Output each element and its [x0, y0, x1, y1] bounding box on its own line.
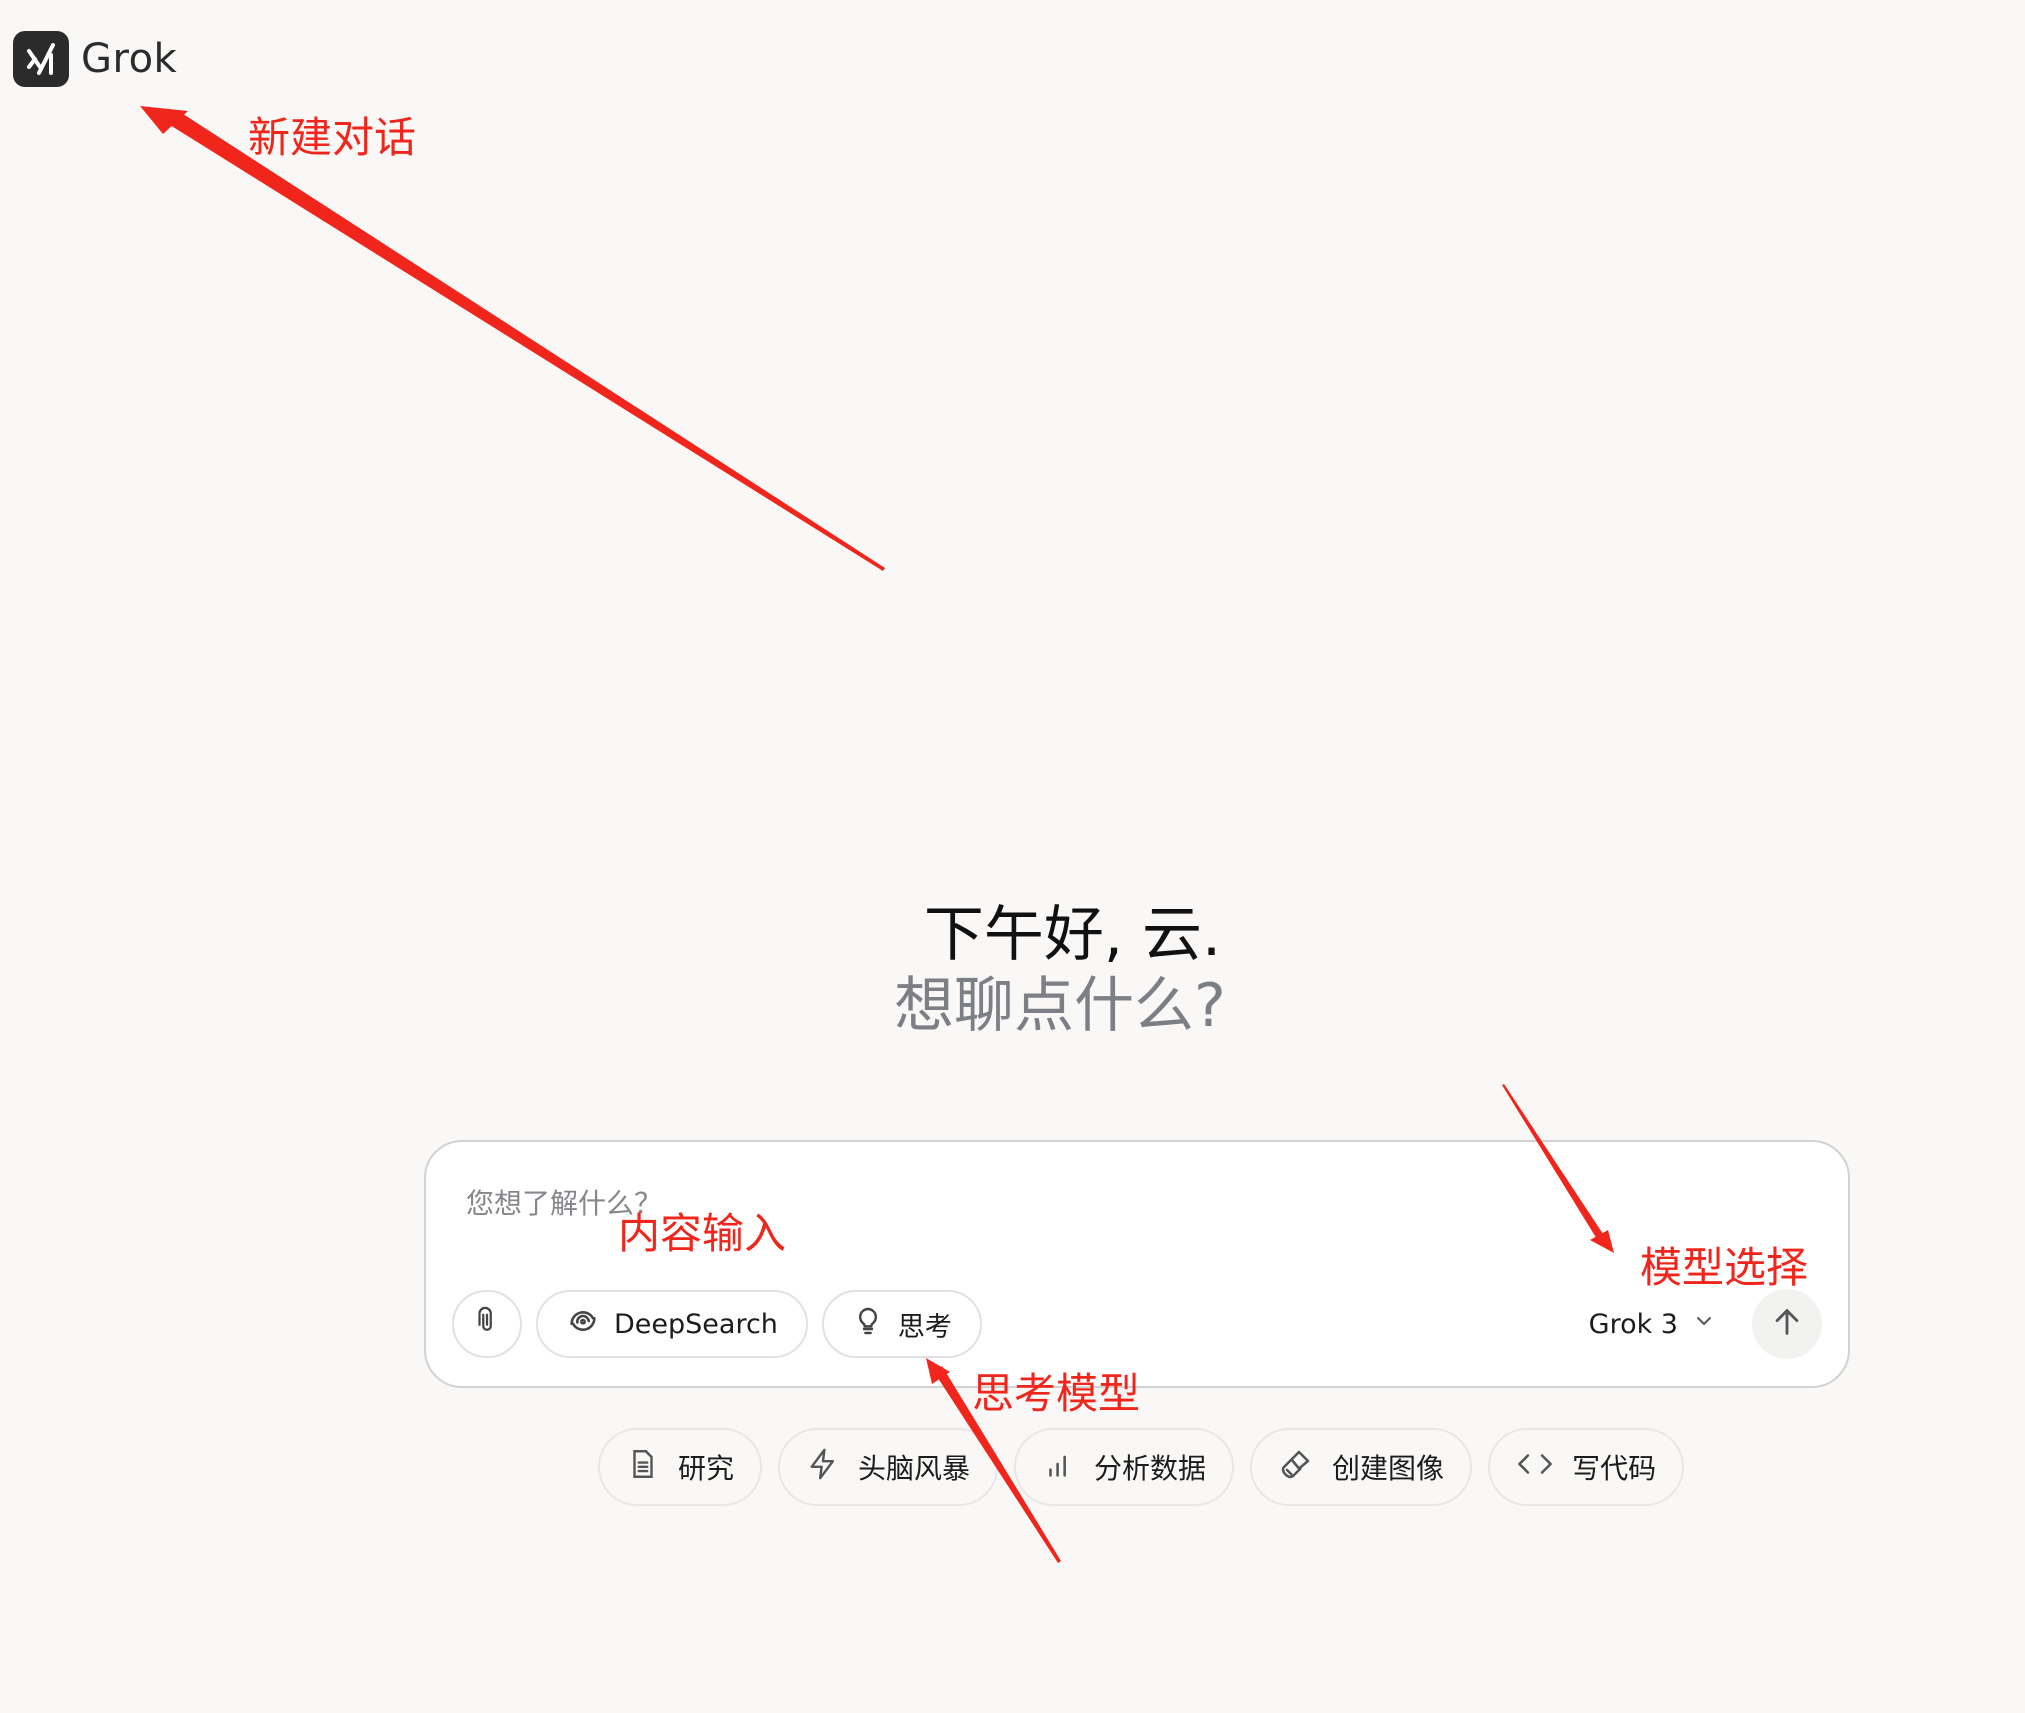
deepsearch-swirl-icon	[566, 1304, 600, 1345]
arrow-up-icon	[1770, 1305, 1804, 1343]
message-input[interactable]	[464, 1182, 1568, 1224]
annotation-new-chat: 新建对话	[248, 113, 417, 162]
chip-brainstorm[interactable]: 头脑风暴	[778, 1428, 999, 1506]
think-label: 思考	[897, 1311, 952, 1343]
new-chat-logo-button[interactable]: Grok	[13, 31, 177, 87]
deepsearch-button[interactable]: DeepSearch	[536, 1290, 808, 1358]
deepsearch-label: DeepSearch	[614, 1308, 778, 1340]
chip-label: 创建图像	[1332, 1452, 1445, 1485]
document-icon	[626, 1447, 660, 1488]
chip-research[interactable]: 研究	[598, 1428, 763, 1506]
chip-label: 分析数据	[1094, 1452, 1207, 1485]
model-label: Grok 3	[1588, 1308, 1678, 1340]
chip-analyze-data[interactable]: 分析数据	[1014, 1428, 1235, 1506]
bar-chart-icon	[1042, 1447, 1076, 1488]
paintbrush-icon	[1278, 1446, 1314, 1489]
composer-toolbar: DeepSearch 思考 Grok 3	[452, 1288, 1822, 1360]
greeting-title: 下午好, 云.	[923, 900, 1222, 970]
think-button[interactable]: 思考	[821, 1290, 982, 1358]
greeting-subtitle: 想聊点什么?	[894, 971, 1226, 1041]
chip-label: 研究	[678, 1452, 735, 1485]
send-button[interactable]	[1752, 1289, 1822, 1359]
lightbulb-icon	[852, 1305, 884, 1344]
chip-write-code[interactable]: 写代码	[1488, 1428, 1685, 1506]
attach-button[interactable]	[452, 1290, 522, 1358]
chevron-down-icon	[1692, 1309, 1716, 1340]
code-icon	[1516, 1447, 1554, 1488]
suggestion-chips: 研究 头脑风暴 分析数据 创建图像 写代码	[598, 1428, 1685, 1506]
lightning-icon	[806, 1447, 840, 1488]
paperclip-icon	[472, 1306, 502, 1343]
grok-logo-icon	[13, 31, 69, 87]
chip-label: 头脑风暴	[858, 1452, 971, 1485]
chip-label: 写代码	[1572, 1452, 1657, 1485]
greeting: 下午好, 云. 想聊点什么?	[0, 900, 2025, 1042]
logo-text: Grok	[81, 36, 178, 82]
composer: DeepSearch 思考 Grok 3	[424, 1140, 1850, 1388]
model-select[interactable]: Grok 3	[1589, 1309, 1716, 1340]
chip-create-image[interactable]: 创建图像	[1250, 1428, 1473, 1506]
